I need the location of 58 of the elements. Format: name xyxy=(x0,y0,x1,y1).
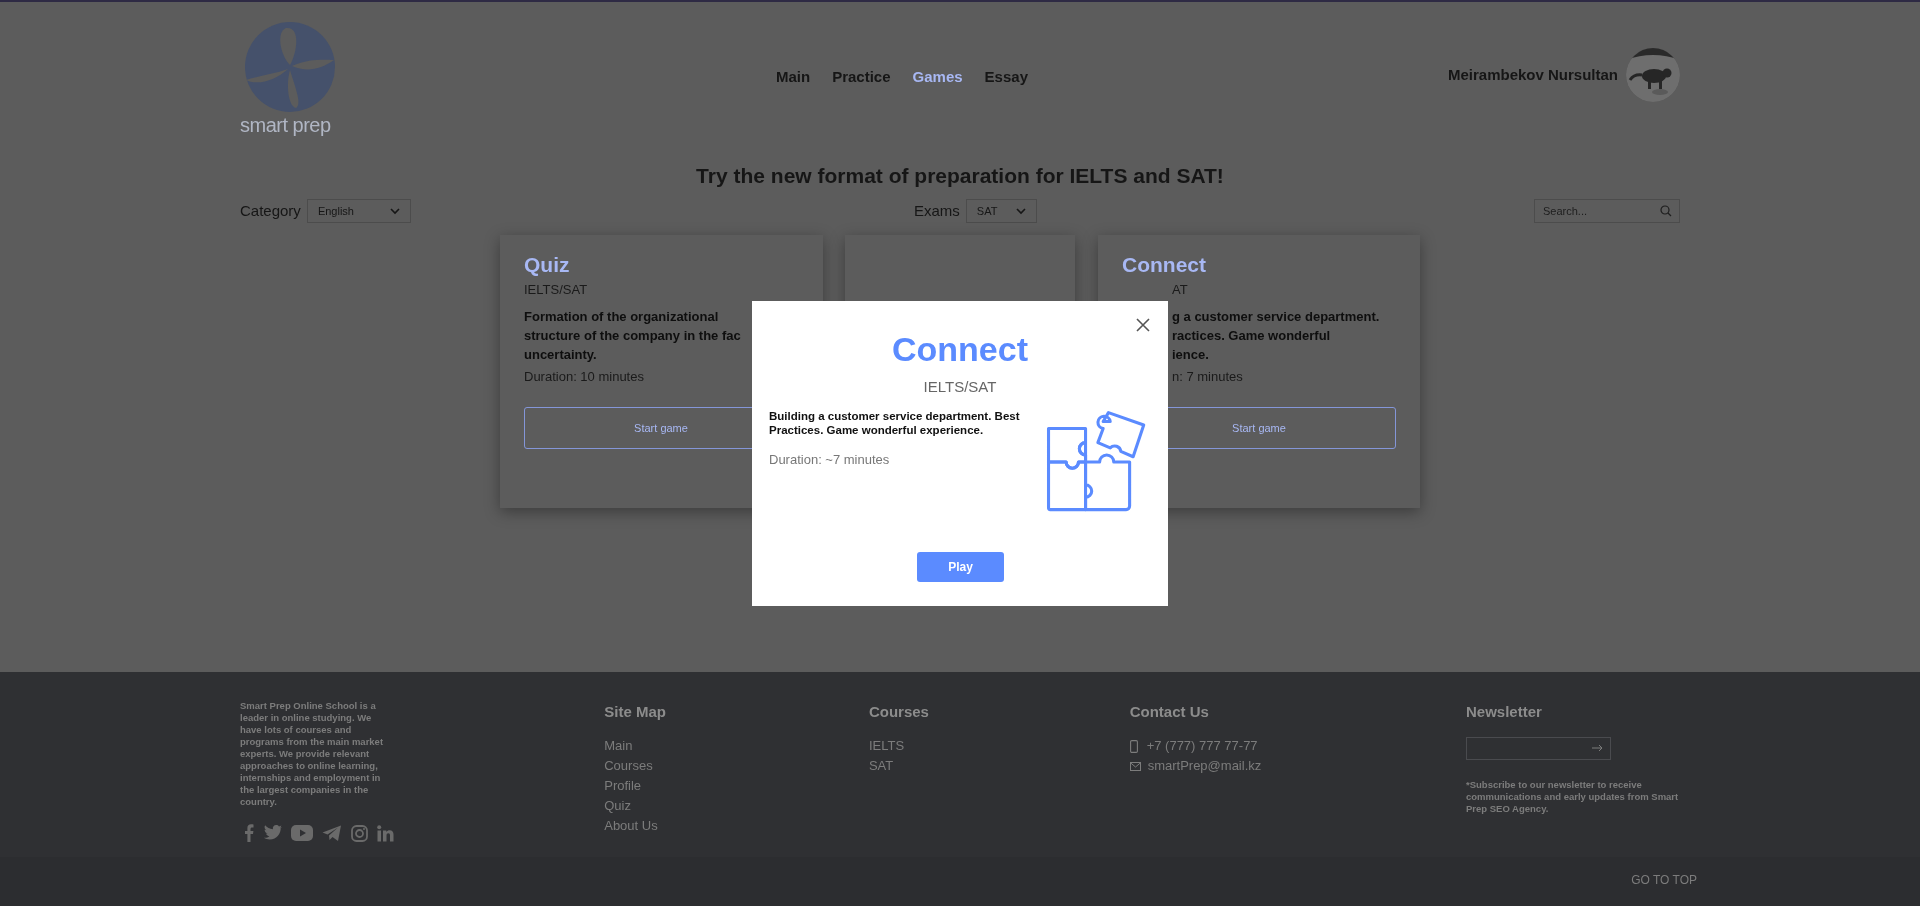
footer-heading: Site Map xyxy=(604,702,666,722)
linkedin-icon[interactable] xyxy=(377,824,394,842)
nav-link[interactable]: Main xyxy=(776,66,811,89)
instagram-icon[interactable] xyxy=(351,824,368,842)
user-name[interactable]: Meirambekov Nursultan xyxy=(1447,63,1618,87)
newsletter-field[interactable] xyxy=(1466,736,1611,760)
go-to-top-link[interactable]: GO TO TOP xyxy=(1631,871,1697,887)
footer-link[interactable]: Profile xyxy=(604,776,642,796)
exams-select[interactable]: SAT xyxy=(965,199,1037,223)
footer-link[interactable]: Courses xyxy=(604,756,653,776)
phone-icon xyxy=(1129,739,1138,753)
arrow-icon xyxy=(1592,744,1603,752)
footer-heading: Newsletter xyxy=(1466,702,1542,722)
twitter-icon[interactable] xyxy=(263,825,282,841)
filter-label: Category xyxy=(240,200,301,221)
card-description-line: ience. xyxy=(1172,346,1209,364)
card-description-line: g a customer service department. xyxy=(1172,308,1380,326)
facebook-icon[interactable] xyxy=(244,824,254,842)
footer-link[interactable]: Quiz xyxy=(604,796,631,816)
nav-link[interactable]: Practice xyxy=(832,66,891,89)
play-button[interactable]: Play xyxy=(917,552,1004,582)
mail-icon xyxy=(1129,761,1141,771)
logo-text: smart prep xyxy=(240,114,331,136)
modal-duration: Duration: ~7 minutes xyxy=(769,451,891,469)
card-subtitle: IELTS/SAT xyxy=(524,281,588,298)
nav-link[interactable]: Games xyxy=(912,66,963,89)
card-duration: Duration: 10 minutes xyxy=(524,368,644,385)
footer-link[interactable]: SAT xyxy=(868,756,894,776)
youtube-icon[interactable] xyxy=(291,825,313,841)
telegram-icon[interactable] xyxy=(322,824,342,842)
close-icon[interactable] xyxy=(1136,318,1150,332)
email-address[interactable]: smartPrep@mail.kz xyxy=(1147,756,1262,776)
modal-subtitle: IELTS/SAT xyxy=(923,377,997,397)
footer-link[interactable]: Main xyxy=(604,736,633,756)
chevron-icon xyxy=(1015,207,1026,215)
newsletter-note: *Subscribe to our newsletter to receive communications and early updates from Smart Prep SEO Agency. xyxy=(1466,779,1680,815)
footer-link[interactable]: IELTS xyxy=(868,736,905,756)
modal-title: Connect xyxy=(892,329,1028,369)
card-duration: n: 7 minutes xyxy=(1172,368,1243,385)
card-description-line: uncertainty. xyxy=(524,346,597,364)
category-select[interactable]: English xyxy=(306,199,411,223)
card-description-line: Formation of the organizational xyxy=(524,308,719,326)
search-icon xyxy=(1660,205,1672,217)
footer-heading: Courses xyxy=(868,702,929,722)
card-title: Connect xyxy=(1122,255,1206,275)
filter-label: Exams xyxy=(914,200,960,221)
phone-number: +7 (777) 777 77-77 xyxy=(1146,737,1258,756)
page-heading: Try the new format of preparation for IELTS and SAT! xyxy=(696,163,1224,189)
footer-heading: Contact Us xyxy=(1129,702,1209,722)
card-description-line: structure of the company in the fac xyxy=(524,327,741,345)
about-text: Smart Prep Online School is a leader in online studying. We have lots of courses and programs from the main market experts. We provide relevant approaches to online learning, internships and employment in the largest companies in the country. xyxy=(240,700,385,808)
card-title: Quiz xyxy=(524,255,570,275)
card-description-line: ractices. Game wonderful xyxy=(1172,327,1331,345)
footer-link[interactable]: About Us xyxy=(604,816,658,836)
chevron-icon xyxy=(389,207,400,215)
nav-link[interactable]: Essay xyxy=(984,66,1028,89)
search-field[interactable]: Search... xyxy=(1534,199,1680,223)
card-subtitle: AT xyxy=(1172,281,1188,298)
